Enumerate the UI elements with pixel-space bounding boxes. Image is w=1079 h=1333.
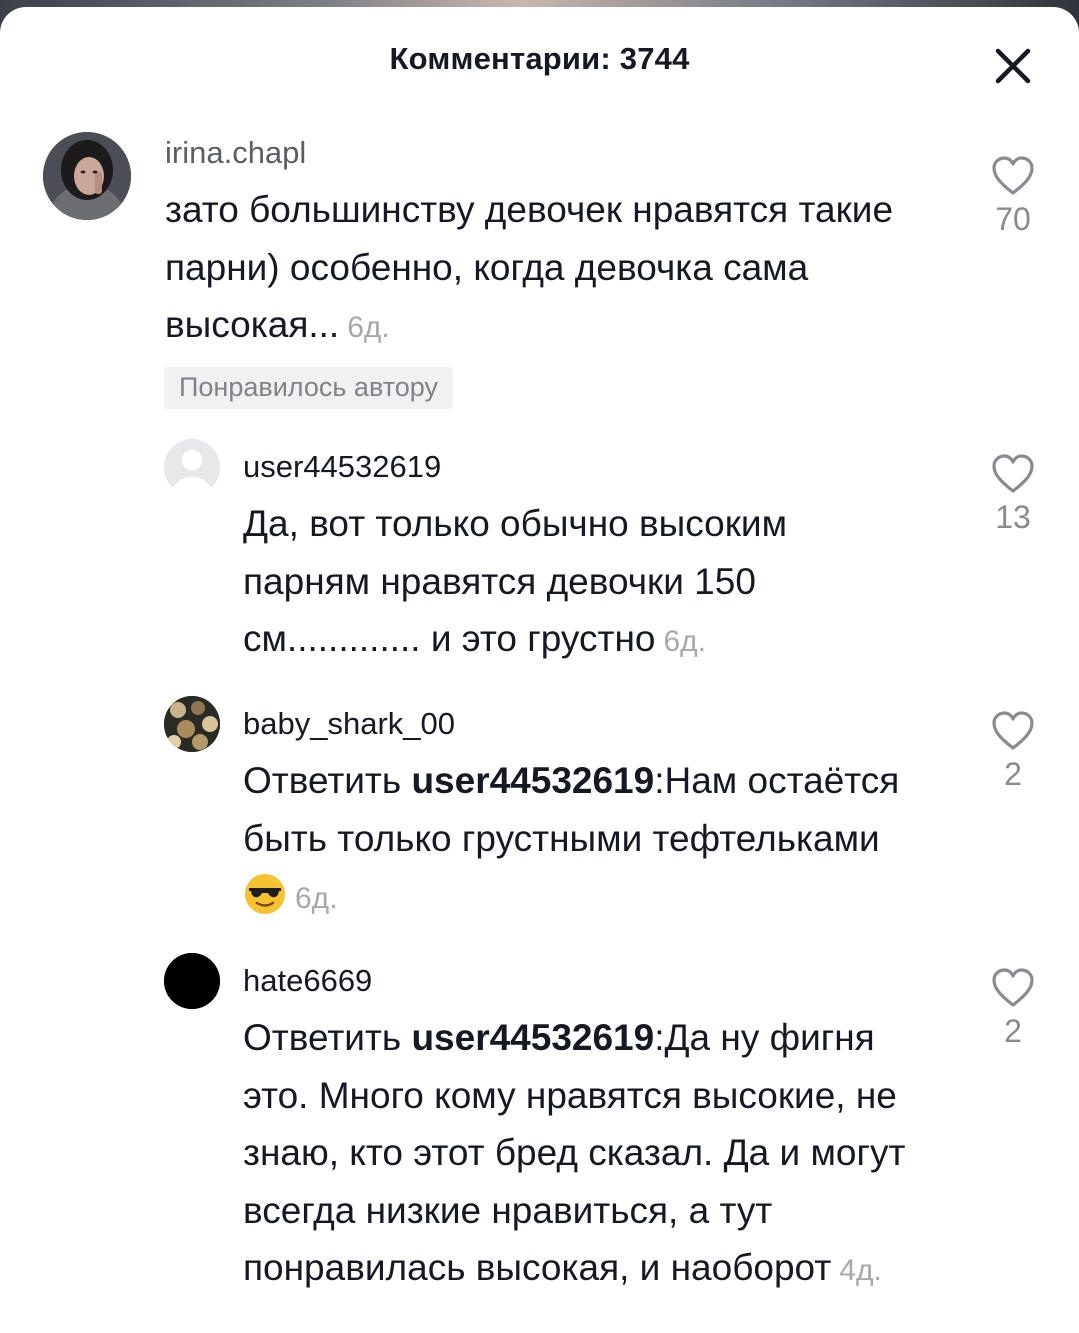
- profile-photo: [43, 132, 131, 220]
- profile-photo: [164, 696, 220, 752]
- black-avatar: [164, 953, 220, 1009]
- heart-icon: [992, 156, 1034, 195]
- like-button[interactable]: 2: [981, 710, 1045, 793]
- comment-text: Да, вот только обычно высоким парням нра…: [243, 495, 923, 671]
- mention-link[interactable]: user44532619: [411, 760, 654, 801]
- default-avatar-icon: [164, 439, 220, 495]
- heart-icon: [992, 968, 1034, 1007]
- avatar[interactable]: [43, 132, 131, 220]
- comment-time: 6д.: [347, 311, 390, 344]
- like-button[interactable]: 2: [981, 967, 1045, 1050]
- comment-time: 6д.: [295, 882, 338, 915]
- liked-by-author-badge: Понравилось автору: [164, 367, 453, 409]
- like-count: 2: [1004, 1013, 1022, 1049]
- comments-title: Комментарии: 3744: [389, 41, 690, 76]
- avatar[interactable]: [164, 953, 220, 1009]
- avatar[interactable]: [164, 696, 220, 752]
- comment-username[interactable]: user44532619: [243, 449, 441, 485]
- comment-text: зато большинству девочек нравятся такие …: [165, 181, 945, 357]
- close-icon: [995, 48, 1031, 84]
- comment-username[interactable]: irina.chapl: [165, 135, 306, 171]
- like-button[interactable]: 13: [981, 453, 1045, 536]
- comment-username[interactable]: hate6669: [243, 963, 372, 999]
- comment-body: зато большинству девочек нравятся такие …: [165, 189, 894, 345]
- comment-text: Ответить user44532619:Нам остаётся быть …: [243, 752, 923, 928]
- like-count: 70: [995, 201, 1031, 237]
- like-button[interactable]: 70: [981, 155, 1045, 238]
- avatar[interactable]: [164, 439, 220, 495]
- comment-text: Ответить user44532619:Да ну фигня это. М…: [243, 1009, 943, 1300]
- heart-icon: [992, 711, 1034, 750]
- sunglasses-emoji: [245, 874, 285, 914]
- reply-prefix: Ответить: [243, 1017, 412, 1058]
- comments-header: Комментарии: 3744: [0, 7, 1079, 112]
- comment-time: 4д.: [839, 1254, 882, 1287]
- comment-username[interactable]: baby_shark_00: [243, 706, 455, 742]
- reply-prefix: Ответить: [243, 760, 412, 801]
- heart-icon: [992, 454, 1034, 493]
- comments-sheet: Комментарии: 3744 irina.chapl зато больш…: [0, 7, 1079, 1333]
- comment-time: 6д.: [663, 625, 706, 658]
- mention-link[interactable]: user44532619: [411, 1017, 654, 1058]
- like-count: 2: [1004, 756, 1022, 792]
- close-button[interactable]: [990, 43, 1036, 89]
- like-count: 13: [995, 499, 1031, 535]
